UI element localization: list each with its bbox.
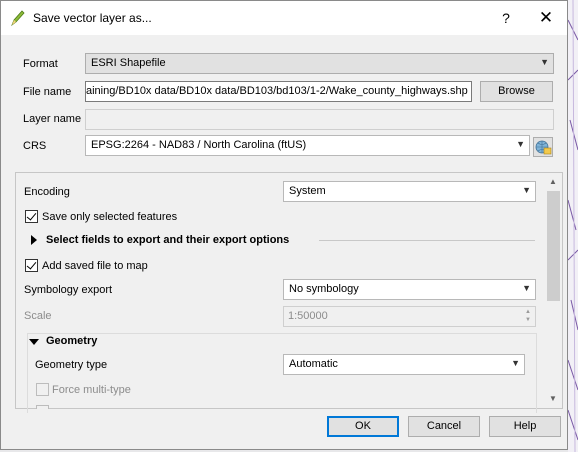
collapse-arrow-icon[interactable]	[29, 339, 39, 345]
crs-label: CRS	[23, 140, 47, 152]
spin-arrows-icon[interactable]: ▲ ▼	[523, 308, 533, 324]
scale-label: Scale	[24, 310, 52, 322]
chevron-down-icon: ▼	[522, 185, 531, 195]
vertical-scrollbar[interactable]: ▲ ▼	[545, 174, 561, 407]
chevron-down-icon: ▼	[540, 57, 549, 67]
scale-input[interactable]: 1:50000 ▲ ▼	[283, 306, 536, 327]
symbology-value: No symbology	[289, 283, 359, 295]
format-value: ESRI Shapefile	[91, 57, 166, 69]
geometry-group-title[interactable]: Geometry	[46, 335, 102, 347]
layername-label: Layer name	[23, 113, 82, 125]
select-crs-globe-icon[interactable]	[533, 137, 553, 157]
filename-label: File name	[23, 86, 72, 98]
title-help-button[interactable]: ?	[493, 7, 519, 29]
format-label: Format	[23, 58, 58, 70]
include-z-checkbox-partial[interactable]	[36, 405, 49, 409]
scale-value: 1:50000	[288, 310, 328, 322]
symbology-label: Symbology export	[24, 284, 113, 296]
encoding-value: System	[289, 185, 326, 197]
add-saved-checkbox[interactable]	[25, 259, 38, 272]
chevron-down-icon: ▼	[516, 139, 525, 149]
layername-input[interactable]	[85, 109, 554, 130]
geometry-type-label: Geometry type	[35, 359, 108, 371]
symbology-select[interactable]: No symbology ▼	[283, 279, 536, 300]
expand-arrow-icon[interactable]	[31, 235, 37, 245]
qgis-pencil-icon	[11, 10, 25, 27]
encoding-select[interactable]: System ▼	[283, 181, 536, 202]
window-title: Save vector layer as...	[33, 11, 152, 25]
scroll-down-icon[interactable]: ▼	[545, 391, 561, 407]
ok-button[interactable]: OK	[327, 416, 399, 437]
encoding-label: Encoding	[24, 186, 70, 198]
crs-value: EPSG:2264 - NAD83 / North Carolina (ftUS…	[91, 139, 307, 151]
force-multi-checkbox[interactable]	[36, 383, 49, 396]
select-fields-group-title[interactable]: Select fields to export and their export…	[46, 234, 289, 246]
chevron-down-icon: ▼	[511, 358, 520, 368]
group-divider	[319, 240, 535, 241]
map-canvas-background	[568, 0, 578, 452]
cancel-button[interactable]: Cancel	[408, 416, 480, 437]
filename-input[interactable]: aining/BD10x data/BD10x data/BD103/bd103…	[85, 81, 472, 102]
chevron-down-icon: ▼	[522, 283, 531, 293]
help-button[interactable]: Help	[489, 416, 561, 437]
crs-select[interactable]: EPSG:2264 - NAD83 / North Carolina (ftUS…	[85, 135, 530, 156]
map-lines	[568, 0, 578, 452]
geometry-type-select[interactable]: Automatic ▼	[283, 354, 525, 375]
close-button[interactable]: ✕	[531, 7, 561, 29]
add-saved-label: Add saved file to map	[42, 260, 148, 272]
scroll-up-icon[interactable]: ▲	[545, 174, 561, 190]
format-select[interactable]: ESRI Shapefile ▼	[85, 53, 554, 74]
save-selected-label: Save only selected features	[42, 211, 178, 223]
geometry-type-value: Automatic	[289, 358, 338, 370]
filename-value: aining/BD10x data/BD10x data/BD103/bd103…	[86, 85, 468, 97]
scrollbar-thumb[interactable]	[547, 191, 560, 301]
title-bar: Save vector layer as... ? ✕	[1, 1, 567, 35]
save-vector-layer-dialog: Save vector layer as... ? ✕ Format ESRI …	[0, 0, 568, 450]
save-selected-checkbox[interactable]	[25, 210, 38, 223]
force-multi-label: Force multi-type	[52, 384, 131, 396]
browse-button[interactable]: Browse	[480, 81, 553, 102]
